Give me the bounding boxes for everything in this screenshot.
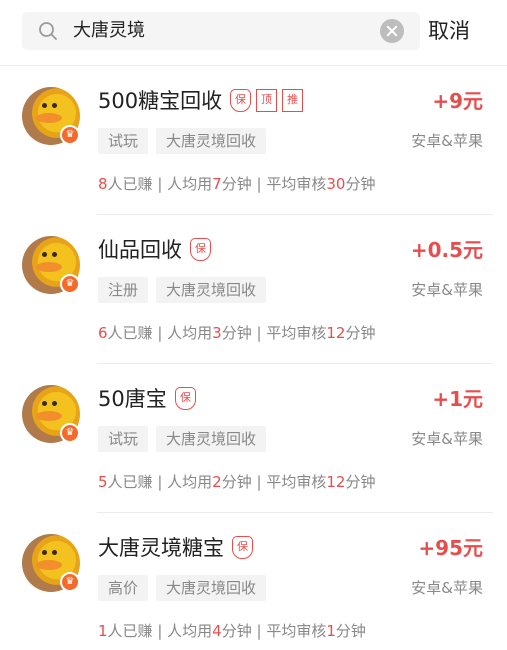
tag-group: 试玩 大唐灵境回收: [98, 426, 267, 452]
divider: [97, 363, 493, 364]
search-input[interactable]: 大唐灵境: [73, 20, 145, 42]
review-unit: 分钟: [345, 175, 376, 193]
stats-separator: |: [152, 473, 168, 491]
review-label: 平均审核: [266, 175, 327, 193]
task-stats: 1人已赚 | 人均用4分钟 | 平均审核1分钟: [98, 620, 366, 642]
tag-group: 试玩 大唐灵境回收: [98, 128, 267, 154]
review-minutes: 12: [326, 324, 346, 342]
search-bar: 大唐灵境 取消: [0, 0, 507, 66]
cancel-button[interactable]: 取消: [428, 16, 470, 46]
badge-top: 顶: [256, 89, 277, 112]
earned-label: 人已赚: [107, 324, 153, 342]
stats-separator: |: [152, 622, 168, 640]
clear-icon[interactable]: [380, 19, 404, 43]
tag: 试玩: [98, 128, 149, 154]
avg-label: 人均用: [167, 175, 213, 193]
stats-separator: |: [251, 324, 267, 342]
badge-guarantee: 保: [175, 387, 196, 410]
avg-minutes: 2: [212, 473, 222, 491]
badge-recommend: 推: [282, 89, 303, 112]
platform-label: 安卓&苹果: [411, 132, 483, 150]
review-unit: 分钟: [335, 622, 366, 640]
earned-label: 人已赚: [107, 473, 153, 491]
task-title: 大唐灵境糖宝: [98, 536, 224, 560]
stats-separator: |: [251, 622, 267, 640]
tag: 注册: [98, 277, 149, 303]
review-minutes: 12: [326, 473, 346, 491]
stats-separator: |: [152, 324, 168, 342]
task-item[interactable]: ♛ 大唐灵境糖宝 保 +95元 高价 大唐灵境回收 安卓&苹果 1人已赚 | 人均…: [0, 514, 507, 650]
avg-label: 人均用: [167, 324, 213, 342]
platform-label: 安卓&苹果: [411, 281, 483, 299]
avg-minutes: 7: [212, 175, 222, 193]
crown-icon: ♛: [60, 572, 80, 592]
earned-label: 人已赚: [107, 622, 153, 640]
badge-group: 保: [175, 387, 196, 410]
badge-guarantee: 保: [232, 536, 253, 559]
crown-icon: ♛: [60, 423, 80, 443]
tag: 大唐灵境回收: [156, 426, 267, 452]
badge-guarantee: 保: [230, 89, 251, 112]
badge-guarantee: 保: [190, 238, 211, 261]
tag: 大唐灵境回收: [156, 277, 267, 303]
task-stats: 5人已赚 | 人均用2分钟 | 平均审核12分钟: [98, 471, 375, 493]
avg-minutes: 3: [212, 324, 222, 342]
stats-separator: |: [251, 473, 267, 491]
tag: 高价: [98, 575, 149, 601]
reward-price: +95元: [418, 536, 483, 560]
review-minutes: 30: [326, 175, 346, 193]
avg-unit: 分钟: [221, 622, 252, 640]
badge-group: 保: [232, 536, 253, 559]
badge-group: 保顶推: [230, 89, 303, 112]
tag: 试玩: [98, 426, 149, 452]
task-title: 50唐宝: [98, 387, 167, 411]
avg-unit: 分钟: [221, 175, 252, 193]
reward-price: +0.5元: [410, 238, 483, 262]
avatar: ♛: [22, 236, 80, 294]
reward-price: +1元: [432, 387, 483, 411]
avg-unit: 分钟: [221, 324, 252, 342]
divider: [97, 214, 493, 215]
review-unit: 分钟: [345, 324, 376, 342]
avg-label: 人均用: [167, 473, 213, 491]
task-item[interactable]: ♛ 500糖宝回收 保顶推 +9元 试玩 大唐灵境回收 安卓&苹果 8人已赚 | …: [0, 67, 507, 215]
platform-label: 安卓&苹果: [411, 430, 483, 448]
tag: 大唐灵境回收: [156, 575, 267, 601]
earned-label: 人已赚: [107, 175, 153, 193]
task-title: 仙品回收: [98, 238, 182, 262]
task-item[interactable]: ♛ 50唐宝 保 +1元 试玩 大唐灵境回收 安卓&苹果 5人已赚 | 人均用2分…: [0, 365, 507, 513]
task-stats: 6人已赚 | 人均用3分钟 | 平均审核12分钟: [98, 322, 375, 344]
crown-icon: ♛: [60, 274, 80, 294]
stats-separator: |: [152, 175, 168, 193]
stats-separator: |: [251, 175, 267, 193]
tag-group: 注册 大唐灵境回收: [98, 277, 267, 303]
review-unit: 分钟: [345, 473, 376, 491]
tag: 大唐灵境回收: [156, 128, 267, 154]
earned-count: 5: [98, 473, 108, 491]
reward-price: +9元: [432, 89, 483, 113]
task-title: 500糖宝回收: [98, 89, 223, 113]
badge-group: 保: [190, 238, 211, 261]
review-minutes: 1: [326, 622, 336, 640]
review-label: 平均审核: [266, 622, 327, 640]
avatar: ♛: [22, 534, 80, 592]
avg-unit: 分钟: [221, 473, 252, 491]
tag-group: 高价 大唐灵境回收: [98, 575, 267, 601]
avatar: ♛: [22, 87, 80, 145]
search-box[interactable]: 大唐灵境: [22, 12, 420, 50]
task-stats: 8人已赚 | 人均用7分钟 | 平均审核30分钟: [98, 173, 375, 195]
earned-count: 6: [98, 324, 108, 342]
task-item[interactable]: ♛ 仙品回收 保 +0.5元 注册 大唐灵境回收 安卓&苹果 6人已赚 | 人均用…: [0, 216, 507, 364]
earned-count: 8: [98, 175, 108, 193]
divider: [97, 512, 493, 513]
platform-label: 安卓&苹果: [411, 579, 483, 597]
crown-icon: ♛: [60, 125, 80, 145]
search-icon: [39, 22, 57, 40]
avatar: ♛: [22, 385, 80, 443]
review-label: 平均审核: [266, 473, 327, 491]
avg-label: 人均用: [167, 622, 213, 640]
review-label: 平均审核: [266, 324, 327, 342]
avg-minutes: 4: [212, 622, 222, 640]
earned-count: 1: [98, 622, 108, 640]
